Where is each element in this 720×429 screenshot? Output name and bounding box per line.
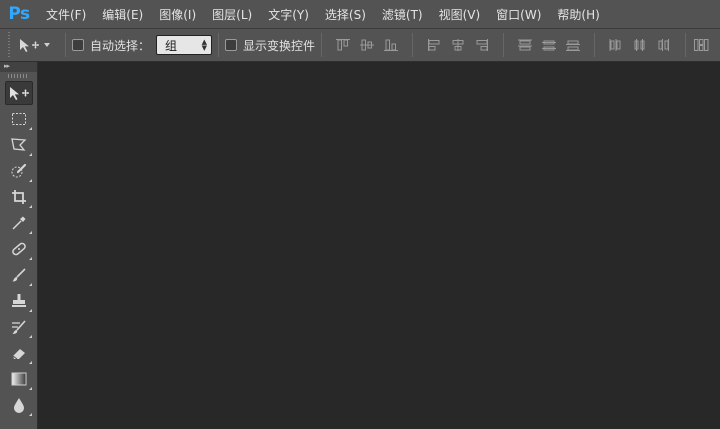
document-workspace[interactable] [39,62,720,429]
lasso-icon [11,138,27,151]
menu-view[interactable]: 视图(V) [431,0,489,28]
distribute-vcenter-icon [542,40,557,51]
distribute-bottom-button[interactable] [564,36,582,54]
menu-filter[interactable]: 滤镜(T) [374,0,431,28]
distribute-top-button[interactable] [516,36,534,54]
options-separator [321,33,323,57]
auto-select-dropdown[interactable]: 组 ▲ ▼ [156,35,213,55]
menu-image[interactable]: 图像(I) [151,0,204,28]
options-separator [218,33,220,57]
stamp-icon [12,294,26,307]
updown-arrows-icon: ▲ ▼ [201,38,208,52]
align-right-button[interactable] [473,36,491,54]
chevron-down-icon [44,43,50,47]
options-separator [412,33,414,57]
move-icon [10,87,29,100]
move-tool[interactable] [5,81,33,105]
options-separator [594,33,596,57]
crop-tool[interactable] [5,185,33,209]
align-bottom-icon [384,39,399,51]
menu-edit[interactable]: 编辑(E) [94,0,151,28]
blur-tool[interactable] [5,393,33,417]
show-transform-label: 显示变换控件 [243,38,316,53]
align-vcenter-button[interactable] [358,36,376,54]
eyedropper-tool[interactable] [5,211,33,235]
auto-align-button[interactable] [692,36,710,54]
auto-select-checkbox[interactable] [72,39,84,51]
history-brush-icon [12,320,26,334]
collapse-arrows-icon[interactable]: ▸▸ [4,62,10,71]
distribute-bottom-icon [566,40,581,51]
options-separator [65,33,66,57]
gradient-icon [11,372,27,386]
spot-healing-tool[interactable] [5,237,33,261]
tool-preset-picker[interactable] [18,37,51,53]
distribute-hcenter-icon [634,39,645,51]
eraser-tool[interactable] [5,341,33,365]
auto-select-value: 组 [165,38,178,53]
polygonal-lasso-tool[interactable] [5,133,33,157]
align-left-icon [428,39,440,51]
options-separator [685,33,687,57]
options-bar-grip[interactable] [8,32,10,58]
menu-file[interactable]: 文件(F) [38,0,94,28]
menu-select[interactable]: 选择(S) [317,0,374,28]
menu-window[interactable]: 窗口(W) [488,0,549,28]
align-hcenter-icon [452,39,464,51]
eraser-icon [12,349,25,360]
auto-select-label: 自动选择： [90,38,151,53]
distribute-vcenter-button[interactable] [540,36,558,54]
options-bar: 自动选择： 组 ▲ ▼ 显示变换控件 [0,28,720,62]
distribute-hcenter-button[interactable] [631,36,649,54]
align-bottom-button[interactable] [382,36,400,54]
drop-icon [14,398,24,413]
move-icon [20,39,39,52]
align-group [328,36,406,54]
distribute-top-icon [518,39,533,51]
quick-selection-tool[interactable] [5,159,33,183]
distribute-right-button[interactable] [655,36,673,54]
align-hcenter-button[interactable] [449,36,467,54]
align-top-button[interactable] [334,36,352,54]
tools-panel-header[interactable]: ▸▸ [0,62,37,72]
distribute-horizontal-group [601,36,679,54]
align-top-icon [336,39,351,51]
auto-align-icon [694,39,709,51]
history-brush-tool[interactable] [5,315,33,339]
rectangular-marquee-tool[interactable] [5,107,33,131]
app-logo[interactable]: Ps [0,0,38,28]
distribute-left-icon [609,39,621,51]
align-vcenter-icon [360,39,375,51]
gradient-tool[interactable] [5,367,33,391]
distribute-left-button[interactable] [607,36,625,54]
menu-type[interactable]: 文字(Y) [260,0,317,28]
align-right-icon [476,39,489,51]
marquee-icon [12,113,26,125]
distribute-right-icon [658,39,670,51]
show-transform-checkbox[interactable] [225,39,238,51]
bandage-icon [12,242,26,256]
align-horizontal-group [419,36,497,54]
brush-icon [12,268,26,282]
menu-bar: Ps 文件(F) 编辑(E) 图像(I) 图层(L) 文字(Y) 选择(S) 滤… [0,0,720,28]
align-left-button[interactable] [425,36,443,54]
options-separator [503,33,505,57]
menu-layer[interactable]: 图层(L) [204,0,260,28]
clone-stamp-tool[interactable] [5,289,33,313]
eyedropper-icon [12,216,26,230]
quick-selection-icon [11,163,27,178]
crop-icon [12,190,26,204]
distribute-vertical-group [510,36,588,54]
tools-panel: ▸▸ [0,62,38,429]
menu-help[interactable]: 帮助(H) [549,0,607,28]
brush-tool[interactable] [5,263,33,287]
tools-panel-grip[interactable] [8,74,29,78]
